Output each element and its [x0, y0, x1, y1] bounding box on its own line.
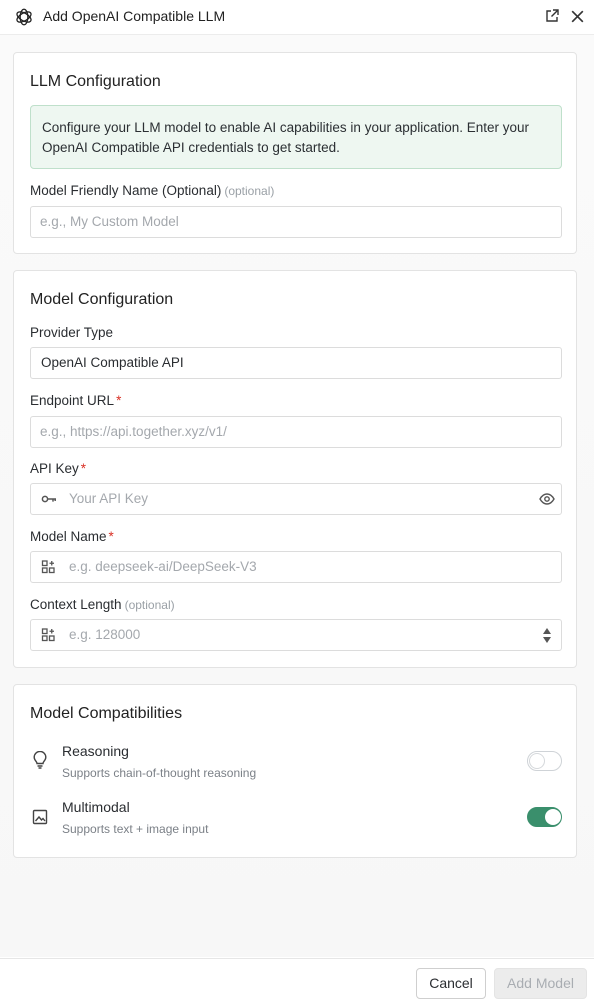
stepper-arrows-icon[interactable]: [542, 626, 552, 645]
lightbulb-icon: [33, 751, 47, 769]
endpoint-url-placeholder: e.g., https://api.together.xyz/v1/: [40, 424, 227, 439]
required-mark: *: [80, 461, 87, 476]
endpoint-url-input[interactable]: e.g., https://api.together.xyz/v1/: [30, 416, 562, 448]
required-mark: *: [108, 529, 114, 544]
cancel-button[interactable]: Cancel: [416, 968, 486, 999]
llm-configuration-card: LLM Configuration Configure your LLM mod…: [13, 52, 577, 254]
context-length-label: Context Length (optional): [30, 597, 175, 612]
reasoning-toggle[interactable]: [527, 751, 562, 771]
openai-logo-icon: [16, 8, 32, 26]
dialog-footer: Cancel Add Model: [0, 958, 594, 1006]
friendly-name-placeholder: e.g., My Custom Model: [40, 214, 179, 229]
provider-type-label: Provider Type: [30, 325, 114, 340]
friendly-name-input[interactable]: e.g., My Custom Model: [30, 206, 562, 238]
model-compatibilities-card: Model Compatibilities Reasoning Supports…: [13, 684, 577, 858]
provider-type-select[interactable]: OpenAI Compatible API: [30, 347, 562, 379]
dialog-title: Add OpenAI Compatible LLM: [43, 8, 226, 24]
info-alert: Configure your LLM model to enable AI ca…: [30, 105, 562, 169]
multimodal-name: Multimodal: [62, 799, 130, 815]
model-name-label: Model Name *: [30, 529, 114, 544]
endpoint-url-label: Endpoint URL *: [30, 393, 121, 408]
multimodal-toggle[interactable]: [527, 807, 562, 827]
grid-icon: [41, 628, 55, 642]
open-external-icon[interactable]: [544, 8, 560, 24]
model-name-placeholder: e.g. deepseek-ai/DeepSeek-V3: [69, 559, 257, 574]
optional-tag: (optional): [124, 598, 175, 612]
toggle-knob: [545, 809, 561, 825]
image-icon: [32, 809, 48, 825]
eye-icon[interactable]: [539, 492, 555, 506]
reasoning-name: Reasoning: [62, 743, 129, 759]
toggle-knob: [529, 753, 545, 769]
llm-configuration-title: LLM Configuration: [30, 73, 161, 90]
multimodal-description: Supports text + image input: [62, 822, 209, 836]
provider-type-value: OpenAI Compatible API: [41, 355, 184, 370]
api-key-label-text: API Key: [30, 461, 79, 476]
model-compatibilities-title: Model Compatibilities: [30, 705, 183, 722]
api-key-input[interactable]: Your API Key: [30, 483, 562, 515]
context-length-input[interactable]: e.g. 128000: [30, 619, 562, 651]
optional-tag: (optional): [224, 184, 275, 198]
dialog-body: LLM Configuration Configure your LLM mod…: [0, 35, 594, 957]
api-key-placeholder: Your API Key: [69, 491, 149, 506]
close-icon[interactable]: [569, 8, 586, 25]
context-length-placeholder: e.g. 128000: [69, 627, 141, 642]
model-configuration-title: Model Configuration: [30, 291, 174, 308]
friendly-name-label: Model Friendly Name (Optional) (optional): [30, 183, 274, 198]
context-length-label-text: Context Length: [30, 597, 122, 612]
required-mark: *: [116, 393, 122, 408]
dialog-header: Add OpenAI Compatible LLM: [0, 0, 594, 35]
api-key-label: API Key *: [30, 461, 86, 476]
model-name-label-text: Model Name: [30, 529, 107, 544]
endpoint-url-label-text: Endpoint URL: [30, 393, 115, 408]
model-name-input[interactable]: e.g. deepseek-ai/DeepSeek-V3: [30, 551, 562, 583]
add-model-button[interactable]: Add Model: [494, 968, 587, 999]
reasoning-description: Supports chain-of-thought reasoning: [62, 766, 257, 780]
model-configuration-card: Model Configuration Provider Type OpenAI…: [13, 270, 577, 668]
key-icon: [41, 495, 56, 503]
grid-icon: [41, 560, 55, 574]
friendly-name-label-text: Model Friendly Name (Optional): [30, 183, 222, 198]
